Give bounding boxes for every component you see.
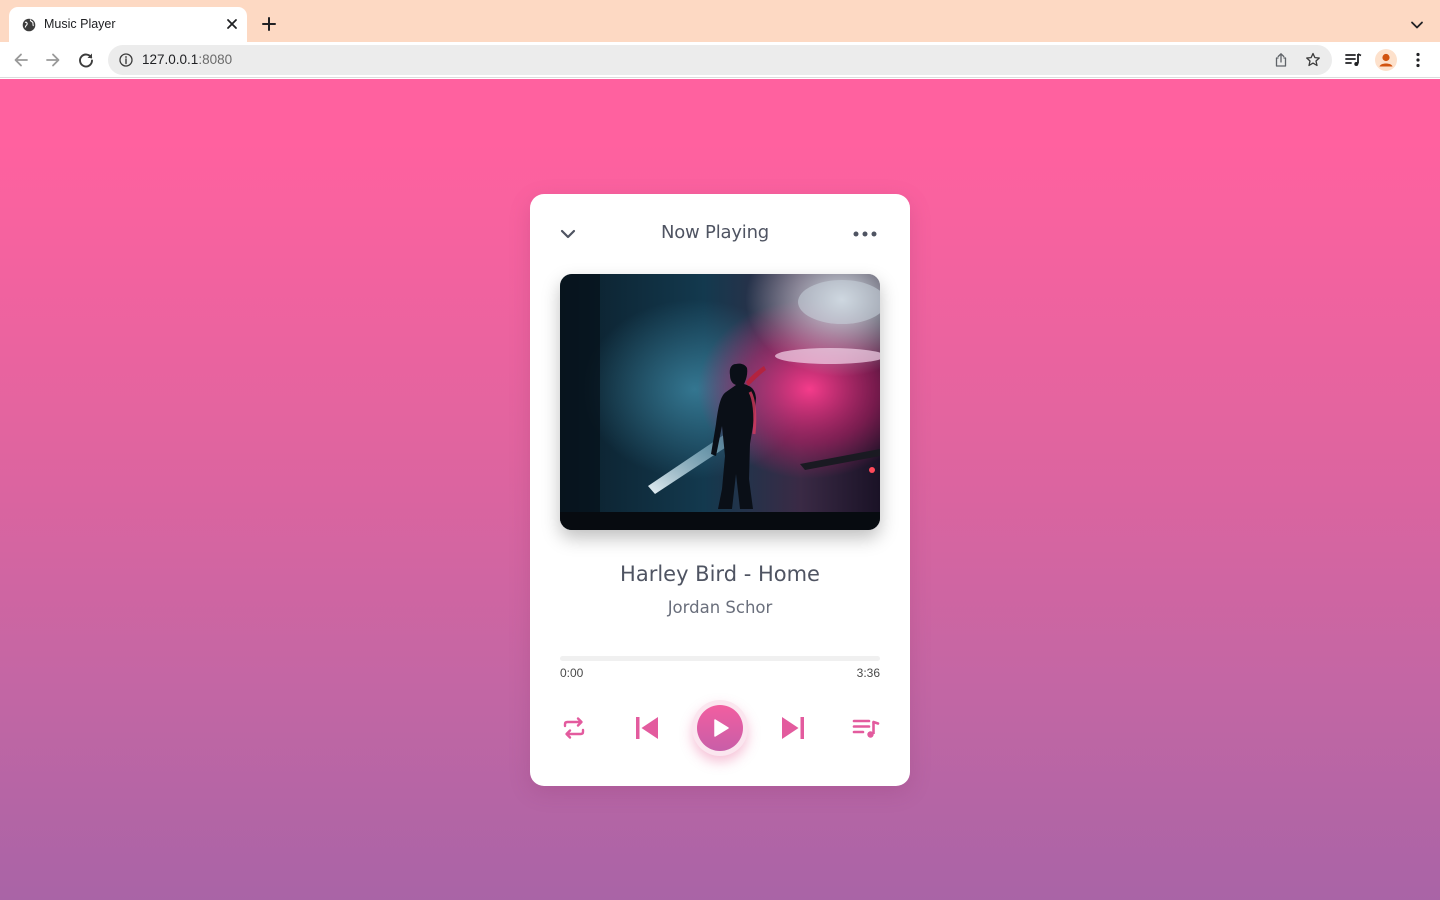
kebab-menu-icon[interactable] — [1409, 51, 1427, 69]
repeat-icon[interactable] — [560, 714, 588, 742]
browser-toolbar: 127.0.0.1:8080 — [0, 42, 1440, 78]
current-time: 0:00 — [560, 666, 584, 680]
url-text: 127.0.0.1:8080 — [142, 52, 232, 67]
forward-arrow-icon[interactable] — [44, 51, 62, 69]
url-port: :8080 — [198, 52, 233, 67]
share-icon[interactable] — [1273, 52, 1289, 68]
song-title: Harley Bird - Home — [620, 562, 820, 586]
profile-avatar[interactable] — [1375, 49, 1397, 71]
globe-icon — [22, 18, 36, 32]
play-icon — [714, 719, 729, 737]
address-bar[interactable]: 127.0.0.1:8080 — [108, 45, 1332, 75]
progress-bar[interactable] — [560, 656, 880, 661]
info-icon[interactable] — [119, 53, 133, 67]
close-icon[interactable] — [225, 17, 239, 31]
playlist-icon[interactable] — [852, 714, 880, 742]
page-background: Now Playing Harley Bird - Home Jordan Sc… — [0, 79, 1440, 900]
total-time: 3:36 — [856, 666, 880, 680]
skip-previous-icon[interactable] — [633, 714, 661, 742]
url-host: 127.0.0.1 — [142, 52, 199, 67]
player-card: Now Playing Harley Bird - Home Jordan Sc… — [530, 194, 910, 786]
album-cover — [560, 274, 880, 530]
more-horizontal-icon[interactable] — [853, 230, 877, 238]
back-arrow-icon[interactable] — [12, 51, 30, 69]
browser-tab[interactable]: Music Player — [9, 7, 247, 42]
browser-tabstrip: Music Player — [0, 0, 1440, 42]
skip-next-icon[interactable] — [779, 714, 807, 742]
now-playing-title: Now Playing — [660, 222, 770, 243]
media-control-icon[interactable] — [1344, 51, 1362, 69]
chevron-down-icon[interactable] — [1410, 18, 1424, 32]
bookmark-star-icon[interactable] — [1305, 52, 1321, 68]
reload-icon[interactable] — [77, 51, 95, 69]
person-icon — [1379, 53, 1393, 67]
play-button[interactable] — [692, 700, 748, 756]
play-button-inner[interactable] — [697, 705, 743, 751]
tab-title: Music Player — [44, 17, 116, 31]
plus-icon[interactable] — [261, 16, 277, 32]
artist-name: Jordan Schor — [667, 598, 773, 617]
